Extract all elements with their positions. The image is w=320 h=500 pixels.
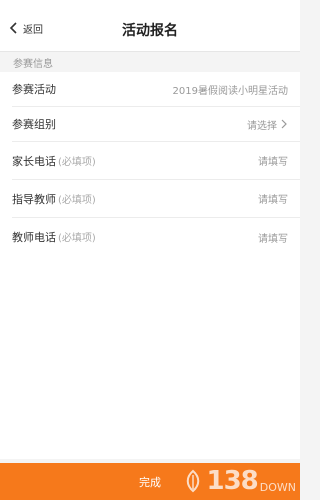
required-hint: (必填项)	[58, 156, 96, 168]
activity-value: 2019暑假阅读小明星活动	[172, 85, 288, 97]
chevron-right-icon	[281, 119, 287, 129]
watermark-logo: 138 DOWN	[182, 465, 296, 497]
top-bar: 返回 活动报名	[0, 0, 300, 52]
group-select[interactable]: 请选择	[247, 117, 288, 132]
teacher-phone-label: 教师电话 (必填项)	[12, 231, 96, 244]
teacher-row: 指导教师 (必填项) 请填写	[12, 180, 300, 218]
group-select-value: 请选择	[247, 120, 277, 132]
activity-label: 参赛活动	[12, 83, 56, 96]
parent-phone-row: 家长电话 (必填项) 请填写	[12, 142, 300, 180]
required-hint: (必填项)	[58, 194, 96, 206]
submit-label: 完成	[139, 475, 161, 489]
group-label: 参赛组别	[12, 118, 56, 131]
group-select-row[interactable]: 参赛组别 请选择	[12, 107, 300, 142]
registration-form: 参赛活动 2019暑假阅读小明星活动 参赛组别 请选择 家长电话 (必填项) 请填…	[0, 72, 300, 459]
teacher-label: 指导教师 (必填项)	[12, 192, 96, 206]
page-title: 活动报名	[122, 23, 178, 39]
watermark-number: 138	[206, 466, 258, 496]
form-blank-area	[0, 256, 300, 459]
leaf-icon	[187, 469, 200, 493]
teacher-phone-row: 教师电话 (必填项) 请填写	[12, 218, 300, 256]
required-hint: (必填项)	[58, 233, 96, 244]
section-label: 参赛信息	[13, 59, 53, 70]
watermark-suffix: DOWN	[259, 481, 296, 494]
activity-row: 参赛活动 2019暑假阅读小明星活动	[12, 72, 300, 107]
parent-phone-input[interactable]: 请填写	[258, 153, 288, 168]
teacher-input[interactable]: 请填写	[258, 191, 288, 206]
parent-phone-label: 家长电话 (必填项)	[12, 154, 96, 168]
teacher-phone-input[interactable]: 请填写	[258, 230, 288, 245]
